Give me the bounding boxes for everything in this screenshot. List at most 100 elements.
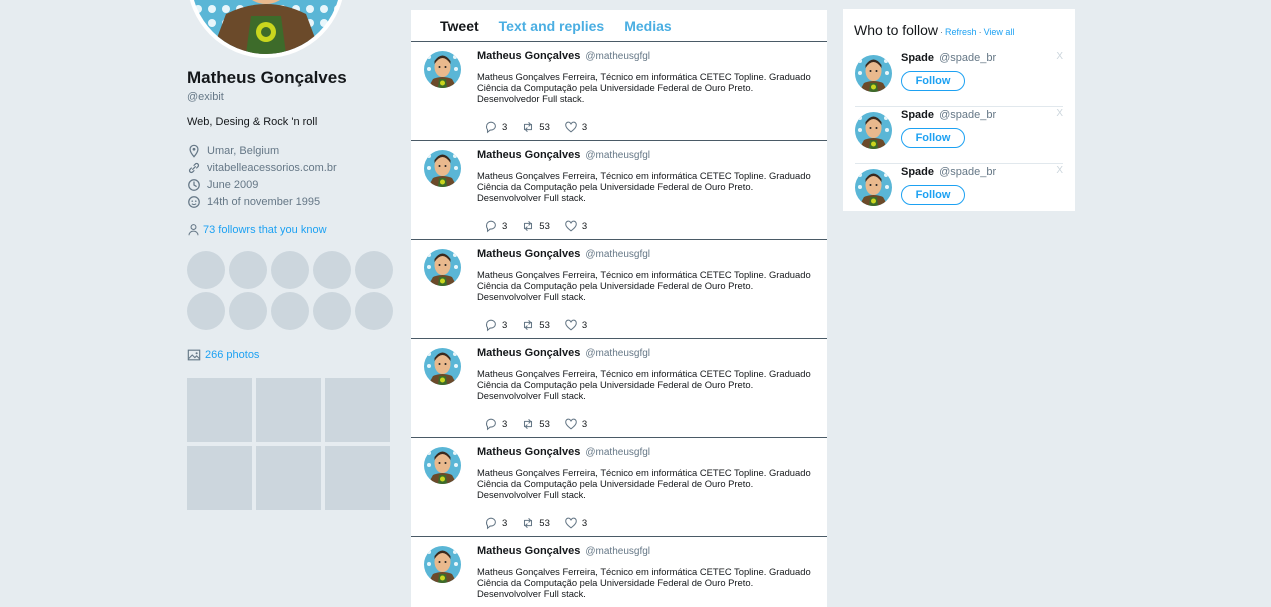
suggestion-item: Spade @spade_br Follow X [843,50,1075,107]
follower-avatar[interactable] [271,251,309,289]
suggestion-handle[interactable]: @spade_br [939,109,996,121]
suggestion-avatar[interactable] [855,112,892,149]
tab-medias[interactable]: Medias [624,10,671,34]
follower-avatar[interactable] [187,251,225,289]
tweet-author-handle[interactable]: @matheusgfgl [585,348,650,359]
retweet-button[interactable]: 53 [521,516,550,530]
retweet-button[interactable]: 53 [521,219,550,233]
like-button[interactable]: 3 [564,219,587,233]
website-row[interactable]: vitabelleacessorios.com.br [187,159,337,176]
reply-button[interactable]: 3 [484,219,507,233]
suggestion-avatar[interactable] [855,169,892,206]
like-button[interactable]: 3 [564,318,587,332]
photo-thumbnail[interactable] [325,446,390,510]
tweet-item[interactable]: Matheus Gonçalves @matheusgfgl Matheus G… [411,240,827,339]
photo-thumbnail[interactable] [256,446,321,510]
followers-you-know-label[interactable]: 73 followrs that you know [203,224,327,236]
follow-button[interactable]: Follow [901,185,965,205]
profile-avatar[interactable] [187,0,345,58]
tweet-author-avatar[interactable] [424,447,461,484]
follower-avatar[interactable] [187,292,225,330]
suggestion-avatar[interactable] [855,55,892,92]
tweet-author-name[interactable]: Matheus Gonçalves [477,347,580,359]
reply-button[interactable]: 3 [484,516,507,530]
tweet-author-name[interactable]: Matheus Gonçalves [477,50,580,62]
retweet-button[interactable]: 53 [521,120,550,134]
retweet-count: 53 [539,418,550,430]
balloon-icon [188,195,200,208]
like-count: 3 [581,418,588,430]
reply-button[interactable]: 3 [484,120,507,134]
tweet-author-handle[interactable]: @matheusgfgl [585,447,650,458]
photos-count-label[interactable]: 266 photos [205,349,259,361]
like-button[interactable]: 3 [564,417,587,431]
dismiss-suggestion-button[interactable]: X [1056,108,1063,119]
suggestion-handle[interactable]: @spade_br [939,166,996,178]
photo-thumbnail[interactable] [325,378,390,442]
dismiss-suggestion-button[interactable]: X [1056,165,1063,176]
tweet-author-handle[interactable]: @matheusgfgl [585,150,650,161]
view-all-link[interactable]: View all [984,27,1015,37]
tweet-author-handle[interactable]: @matheusgfgl [585,546,650,557]
tweet-author-handle[interactable]: @matheusgfgl [585,249,650,260]
photos-link[interactable]: 266 photos [187,348,259,362]
tweet-author-name[interactable]: Matheus Gonçalves [477,446,580,458]
tweet-author-avatar[interactable] [424,51,461,88]
profile-handle: @exibit [187,91,224,103]
follower-avatar[interactable] [229,251,267,289]
tab-tweet[interactable]: Tweet [440,10,479,34]
suggestion-name[interactable]: Spade [901,166,934,178]
separator-dot: · [940,27,944,37]
retweet-button[interactable]: 53 [521,417,550,431]
reply-icon [485,319,496,332]
tweet-author-name[interactable]: Matheus Gonçalves [477,149,580,161]
tweet-author-avatar[interactable] [424,348,461,385]
followers-avatar-grid [187,251,393,330]
follower-avatar[interactable] [313,292,351,330]
reply-count: 3 [502,319,508,331]
tweet-item[interactable]: Matheus Gonçalves @matheusgfgl Matheus G… [411,339,827,438]
suggestion-name[interactable]: Spade [901,109,934,121]
suggestion-item: Spade @spade_br Follow X [843,164,1075,221]
tab-text-and-replies[interactable]: Text and replies [499,10,605,34]
tweet-author-name[interactable]: Matheus Gonçalves [477,545,580,557]
tweet-author-avatar[interactable] [424,150,461,187]
tweet-text: Matheus Gonçalves Ferreira, Técnico em i… [477,368,811,401]
tweet-author-avatar[interactable] [424,249,461,286]
tweet-item[interactable]: Matheus Gonçalves @matheusgfgl Matheus G… [411,141,827,240]
photo-thumbnail[interactable] [187,446,252,510]
follower-avatar[interactable] [355,292,393,330]
tweet-item[interactable]: Matheus Gonçalves @matheusgfgl Matheus G… [411,438,827,537]
reply-icon [485,517,496,530]
follower-avatar[interactable] [271,292,309,330]
photo-thumbnail[interactable] [256,378,321,442]
tweet-item[interactable]: Matheus Gonçalves @matheusgfgl Matheus G… [411,537,827,607]
reply-icon [485,418,496,431]
like-button[interactable]: 3 [564,120,587,134]
birthday-text: 14th of november 1995 [207,195,321,208]
reply-button[interactable]: 3 [484,318,507,332]
tweet-author-avatar[interactable] [424,546,461,583]
follower-avatar[interactable] [229,292,267,330]
followers-you-know-link[interactable]: 73 followrs that you know [187,223,327,236]
tweet-item[interactable]: Matheus Gonçalves @matheusgfgl Matheus G… [411,42,827,141]
photo-thumbnail[interactable] [187,378,252,442]
reply-button[interactable]: 3 [484,417,507,431]
follow-button[interactable]: Follow [901,128,965,148]
tweet-author-name[interactable]: Matheus Gonçalves [477,248,580,260]
retweet-count: 53 [539,220,550,232]
timeline: Tweet Text and replies Medias Matheus Go… [411,10,827,607]
suggestion-name[interactable]: Spade [901,52,934,64]
retweet-button[interactable]: 53 [521,318,550,332]
like-button[interactable]: 3 [564,516,587,530]
tweet-author-handle[interactable]: @matheusgfgl [585,51,650,62]
tweet-header: Matheus Gonçalves @matheusgfgl [477,446,650,458]
website-link[interactable]: vitabelleacessorios.com.br [207,162,337,174]
follower-avatar[interactable] [313,251,351,289]
retweet-icon [524,419,533,429]
dismiss-suggestion-button[interactable]: X [1056,51,1063,62]
suggestion-handle[interactable]: @spade_br [939,52,996,64]
follow-button[interactable]: Follow [901,71,965,91]
refresh-link[interactable]: Refresh [945,27,977,37]
follower-avatar[interactable] [355,251,393,289]
